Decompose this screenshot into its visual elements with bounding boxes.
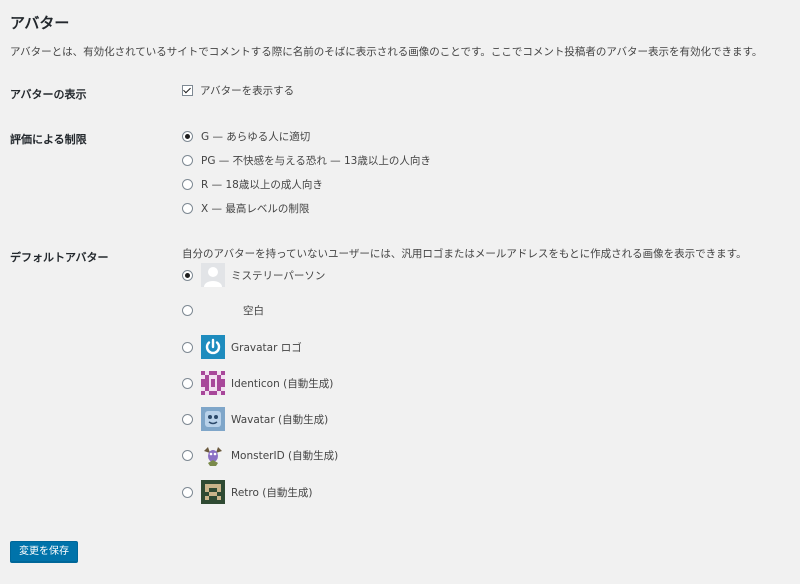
avatar-identicon-label: Identicon (自動生成) [231, 377, 334, 390]
avatar-monsterid-radio[interactable] [182, 449, 193, 461]
rating-g-label: G — あらゆる人に適切 [201, 130, 311, 143]
avatar-blank-radio[interactable] [182, 304, 193, 316]
save-changes-button[interactable]: 変更を保存 [10, 541, 78, 562]
rating-g-radio[interactable] [182, 130, 193, 142]
avatar-wavatar-label: Wavatar (自動生成) [231, 413, 329, 426]
rating-option-pg[interactable]: PG — 不快感を与える恐れ — 13歳以上の人向き [182, 151, 431, 169]
avatar-option-mystery[interactable]: ミステリーパーソン [182, 262, 325, 288]
rating-r-label: R — 18歳以上の成人向き [201, 178, 323, 191]
avatar-retro-radio[interactable] [182, 486, 193, 498]
blank-icon [201, 298, 225, 322]
rating-x-radio[interactable] [182, 202, 193, 214]
retro-icon [201, 480, 225, 504]
show-avatars-checkbox[interactable] [182, 84, 193, 96]
avatar-monsterid-label: MonsterID (自動生成) [231, 449, 339, 462]
show-avatars-checkbox-label: アバターを表示する [200, 84, 295, 97]
show-avatars-checkbox-row[interactable]: アバターを表示する [182, 81, 294, 99]
rating-label: 評価による制限 [10, 133, 87, 146]
avatar-option-monsterid[interactable]: MonsterID (自動生成) [182, 442, 338, 468]
rating-option-g[interactable]: G — あらゆる人に適切 [182, 127, 310, 145]
rating-option-x[interactable]: X — 最高レベルの制限 [182, 199, 309, 217]
section-description: アバターとは、有効化されているサイトでコメントする際に名前のそばに表示される画像… [10, 46, 763, 58]
show-avatars-label: アバターの表示 [10, 88, 87, 101]
rating-r-radio[interactable] [182, 178, 193, 190]
avatar-mystery-label: ミステリーパーソン [231, 269, 326, 282]
avatar-mystery-radio[interactable] [182, 269, 193, 281]
avatar-option-blank[interactable]: 空白 [182, 297, 264, 323]
rating-pg-radio[interactable] [182, 154, 193, 166]
avatar-gravatar-label: Gravatar ロゴ [231, 341, 302, 354]
default-avatar-label: デフォルトアバター [10, 251, 109, 264]
section-title: アバター [10, 14, 70, 32]
rating-option-r[interactable]: R — 18歳以上の成人向き [182, 175, 323, 193]
mystery-person-icon [201, 263, 225, 287]
avatar-identicon-radio[interactable] [182, 377, 193, 389]
rating-pg-label: PG — 不快感を与える恐れ — 13歳以上の人向き [201, 154, 431, 167]
avatar-gravatar-radio[interactable] [182, 341, 193, 353]
avatar-option-identicon[interactable]: Identicon (自動生成) [182, 370, 333, 396]
gravatar-logo-icon [201, 335, 225, 359]
avatar-option-wavatar[interactable]: Wavatar (自動生成) [182, 406, 328, 432]
monsterid-icon [201, 443, 225, 467]
identicon-icon [201, 371, 225, 395]
default-avatar-description: 自分のアバターを持っていないユーザーには、汎用ロゴまたはメールアドレスをもとに作… [182, 248, 747, 260]
avatar-wavatar-radio[interactable] [182, 413, 193, 425]
avatar-retro-label: Retro (自動生成) [231, 486, 313, 499]
avatar-option-retro[interactable]: Retro (自動生成) [182, 479, 312, 505]
rating-x-label: X — 最高レベルの制限 [201, 202, 310, 215]
avatar-option-gravatar[interactable]: Gravatar ロゴ [182, 334, 302, 360]
avatar-blank-label: 空白 [243, 304, 264, 317]
wavatar-icon [201, 407, 225, 431]
